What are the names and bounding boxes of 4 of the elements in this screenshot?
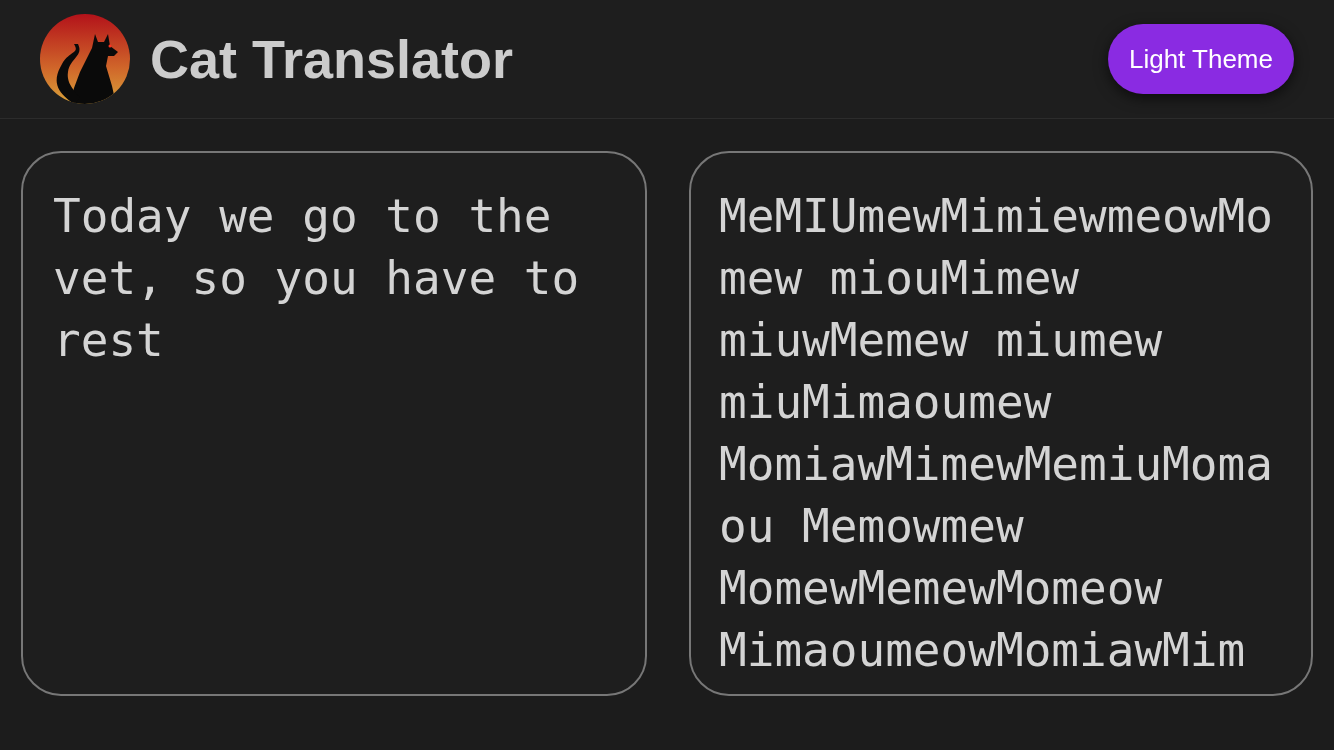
app-title: Cat Translator xyxy=(150,32,514,86)
theme-toggle-button[interactable]: Light Theme xyxy=(1107,24,1294,94)
input-field[interactable]: Today we go to the vet, so you have to rest xyxy=(21,151,647,696)
translated-text: MeMIUmewMimiewmeowMomew miouMimew miuwMemew miumew miuMimaoumew MomiawMimewMemiuMomaou Memowmew MomewMemewMomeow MimaoumeowMomiawMim xyxy=(719,188,1274,679)
